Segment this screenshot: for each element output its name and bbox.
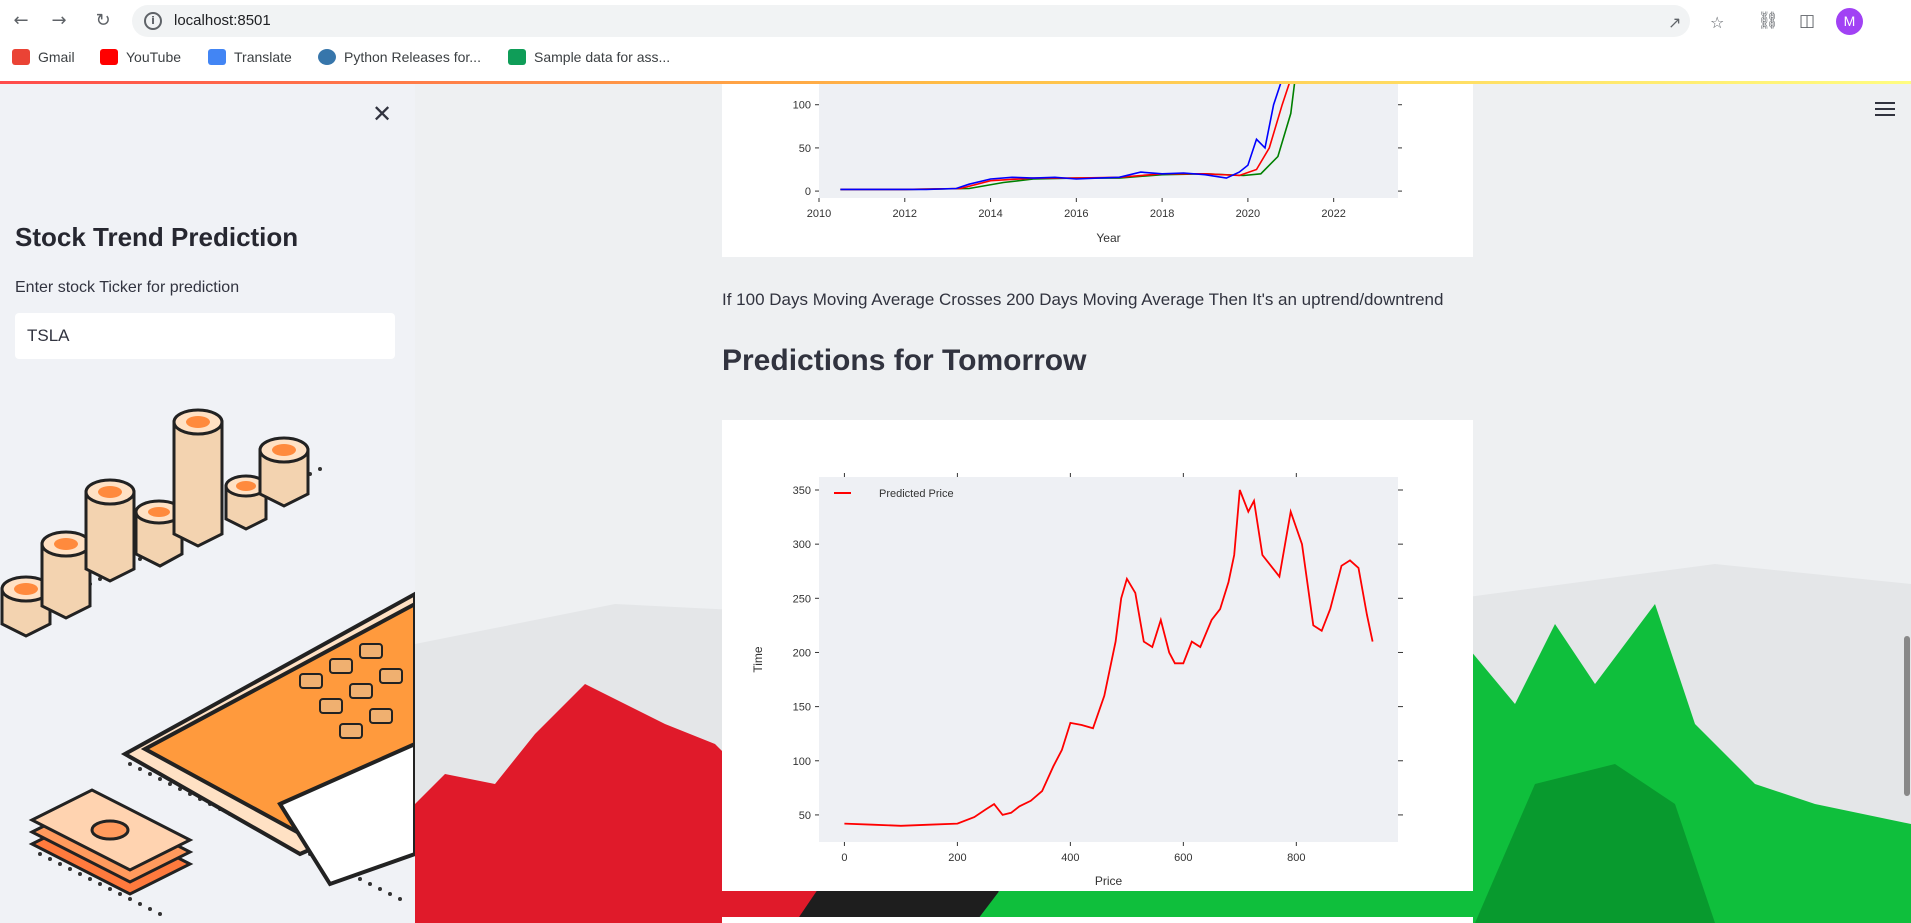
- bar-columns: [0, 408, 310, 638]
- moving-average-chart: 0 50 100 2010 2012 2014 2016 2018 2020 2022 Year: [793, 84, 1402, 245]
- plot-area: [819, 84, 1398, 198]
- x-tick-label: 2018: [1150, 208, 1174, 220]
- x-tick-label: 2014: [978, 208, 1002, 220]
- y-tick-label: 350: [793, 485, 811, 497]
- side-panel-icon[interactable]: ◫: [1796, 10, 1818, 32]
- plot-area: [819, 477, 1398, 842]
- x-axis-label: Price: [1095, 874, 1123, 888]
- share-icon[interactable]: ↗: [1668, 13, 1681, 32]
- x-tick-label: 600: [1174, 852, 1192, 864]
- y-axis-label: Time: [751, 646, 765, 673]
- y-tick-label: 200: [793, 647, 811, 659]
- x-tick-label: 0: [841, 852, 847, 864]
- url-text: localhost:8501: [174, 12, 271, 29]
- cash-stack-icon: [28, 788, 194, 896]
- x-tick-label: 800: [1287, 852, 1305, 864]
- bookmark-youtube[interactable]: YouTube: [100, 49, 181, 65]
- x-tick-label: 200: [948, 852, 966, 864]
- y-tick-label: 50: [799, 143, 811, 155]
- address-row: ← → ↻ i localhost:8501 ↗ ☆ ⛓ ◫ M: [0, 0, 1911, 42]
- close-sidebar-icon[interactable]: ✕: [372, 102, 392, 126]
- sidebar: ✕ Stock Trend Prediction Enter stock Tic…: [0, 84, 415, 923]
- address-bar[interactable]: i localhost:8501 ↗ ☆: [132, 5, 1724, 37]
- predictions-heading: Predictions for Tomorrow: [722, 344, 1087, 377]
- bookmark-sample-data[interactable]: Sample data for ass...: [508, 49, 670, 65]
- gmail-icon: [12, 49, 30, 65]
- y-tick-label: 250: [793, 593, 811, 605]
- moving-average-chart-card: 0 50 100 2010 2012 2014 2016 2018 2020 2022 Year: [722, 84, 1473, 257]
- prediction-chart: 50 100 150 200 250 300 350 0 200 400 600 800 Price Ti…: [751, 473, 1403, 888]
- bookmark-python[interactable]: Python Releases for...: [318, 49, 481, 65]
- y-tick-label: 100: [793, 100, 811, 112]
- page-scrollbar[interactable]: [1904, 636, 1910, 796]
- bookmark-label: Python Releases for...: [344, 49, 481, 65]
- y-tick-label: 300: [793, 539, 811, 551]
- hamburger-menu-icon[interactable]: [1875, 102, 1897, 120]
- sheets-icon: [508, 49, 526, 65]
- y-tick-label: 0: [805, 186, 811, 198]
- x-tick-label: 2010: [807, 208, 831, 220]
- y-tick-label: 100: [793, 756, 811, 768]
- bookmark-translate[interactable]: Translate: [208, 49, 292, 65]
- profile-avatar[interactable]: M: [1836, 8, 1863, 35]
- x-tick-label: 2012: [893, 208, 917, 220]
- x-tick-label: 2022: [1321, 208, 1345, 220]
- stock-illustration: [0, 408, 415, 916]
- translate-icon: [208, 49, 226, 65]
- ticker-input[interactable]: [15, 313, 395, 359]
- legend-label: Predicted Price: [879, 488, 954, 500]
- main-content: 0 50 100 2010 2012 2014 2016 2018 2020 2022 Year I…: [415, 84, 1911, 923]
- bookmarks-bar: Gmail YouTube Translate Python Releases …: [0, 46, 1911, 72]
- bookmark-label: YouTube: [126, 49, 182, 65]
- bookmark-star-icon[interactable]: ☆: [1710, 13, 1724, 32]
- reload-icon[interactable]: ↻: [92, 10, 114, 32]
- bookmark-label: Sample data for ass...: [534, 49, 671, 65]
- bookmark-label: Gmail: [38, 49, 75, 65]
- x-tick-label: 2020: [1236, 208, 1260, 220]
- y-tick-label: 50: [799, 810, 811, 822]
- bookmark-gmail[interactable]: Gmail: [12, 49, 75, 65]
- moving-average-note: If 100 Days Moving Average Crosses 200 D…: [722, 290, 1444, 309]
- x-tick-label: 400: [1061, 852, 1079, 864]
- x-axis-label: Year: [1096, 231, 1120, 245]
- back-icon[interactable]: ←: [10, 10, 32, 32]
- forward-icon[interactable]: →: [48, 10, 70, 32]
- y-tick-label: 150: [793, 702, 811, 714]
- x-tick-label: 2016: [1064, 208, 1088, 220]
- next-card: [722, 917, 1473, 923]
- site-info-icon[interactable]: i: [144, 12, 162, 30]
- ticker-input-label: Enter stock Ticker for prediction: [15, 279, 240, 296]
- youtube-icon: [100, 49, 118, 65]
- browser-toolbar: ← → ↻ i localhost:8501 ↗ ☆ ⛓ ◫ M Gmail Y…: [0, 0, 1911, 84]
- sidebar-title: Stock Trend Prediction: [15, 222, 299, 252]
- prediction-chart-card: 50 100 150 200 250 300 350 0 200 400 600 800 Price Ti…: [722, 420, 1473, 891]
- bookmark-label: Translate: [234, 49, 292, 65]
- python-icon: [318, 49, 336, 65]
- extensions-icon[interactable]: ⛓: [1757, 10, 1779, 32]
